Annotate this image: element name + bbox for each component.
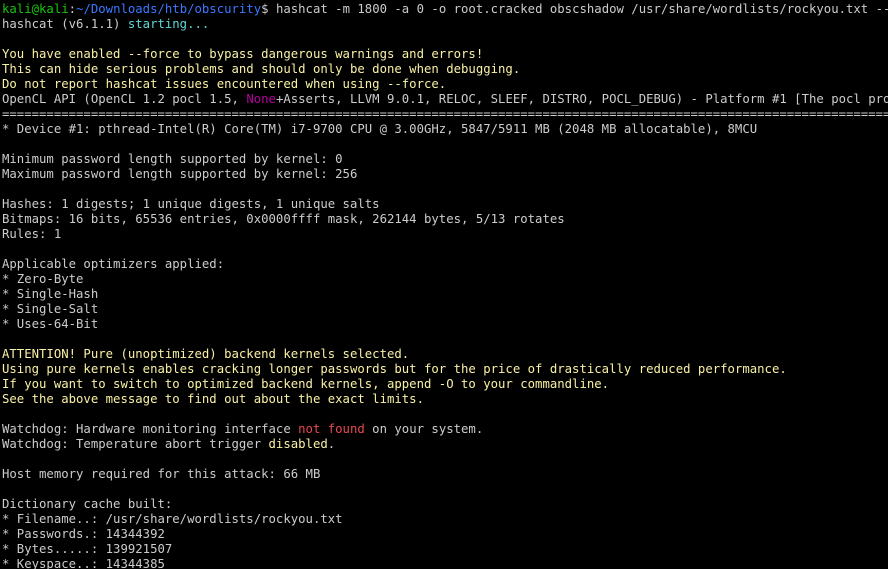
terminal-text-segment: Applicable optimizers applied: (2, 257, 225, 271)
terminal-line: * Keyspace..: 14344385 (2, 557, 888, 569)
terminal-line: Bitmaps: 16 bits, 65536 entries, 0x0000f… (2, 212, 888, 227)
terminal-text-segment: Rules: 1 (2, 227, 62, 241)
terminal-text-segment: Do not report hashcat issues encountered… (2, 77, 447, 91)
terminal-text-segment: * Single-Salt (2, 302, 99, 316)
terminal-text-segment: on your system. (364, 422, 484, 436)
terminal-line: See the above message to find out about … (2, 392, 888, 407)
terminal-line: Maximum password length supported by ker… (2, 167, 888, 182)
terminal-text-segment: You have enabled --force to bypass dange… (2, 47, 484, 61)
terminal-text-segment: OpenCL API (OpenCL 1.2 pocl 1.5, (2, 92, 247, 106)
terminal-line: Applicable optimizers applied: (2, 257, 888, 272)
terminal-window[interactable]: kali@kali:~/Downloads/htb/obscurity$ has… (0, 0, 888, 569)
terminal-line: Do not report hashcat issues encountered… (2, 77, 888, 92)
terminal-line: * Zero-Byte (2, 272, 888, 287)
terminal-line: * Filename..: /usr/share/wordlists/rocky… (2, 512, 888, 527)
terminal-line: Hashes: 1 digests; 1 unique digests, 1 u… (2, 197, 888, 212)
terminal-text-segment: Bitmaps: 16 bits, 65536 entries, 0x0000f… (2, 212, 565, 226)
terminal-text-segment: ~/Downloads/htb/obscurity (76, 2, 262, 16)
terminal-line: Dictionary cache built: (2, 497, 888, 512)
terminal-line: kali@kali:~/Downloads/htb/obscurity$ has… (2, 2, 888, 17)
terminal-line: * Uses-64-Bit (2, 317, 888, 332)
terminal-text-segment: Using pure kernels enables cracking long… (2, 362, 787, 376)
terminal-text-segment: Watchdog: Temperature abort trigger (2, 437, 269, 451)
terminal-line: hashcat (v6.1.1) starting... (2, 17, 888, 32)
terminal-line: ATTENTION! Pure (unoptimized) backend ke… (2, 347, 888, 362)
terminal-text-segment: hashcat (v6.1.1) (2, 17, 128, 31)
terminal-text-segment: Watchdog: Hardware monitoring interface (2, 422, 299, 436)
terminal-text-segment: Maximum password length supported by ker… (2, 167, 358, 181)
terminal-line: * Single-Salt (2, 302, 888, 317)
terminal-line: * Passwords.: 14344392 (2, 527, 888, 542)
terminal-text-segment: * Bytes.....: 139921507 (2, 542, 173, 556)
terminal-line: Using pure kernels enables cracking long… (2, 362, 888, 377)
terminal-text-segment: Host memory required for this attack: 66… (2, 467, 321, 481)
terminal-text-segment: ========================================… (2, 107, 888, 121)
terminal-text-segment: Minimum password length supported by ker… (2, 152, 343, 166)
terminal-text-segment: See the above message to find out about … (2, 392, 424, 406)
terminal-text-segment: If you want to switch to optimized backe… (2, 377, 610, 391)
terminal-line: You have enabled --force to bypass dange… (2, 47, 888, 62)
terminal-line: Minimum password length supported by ker… (2, 152, 888, 167)
terminal-line: Rules: 1 (2, 227, 888, 242)
terminal-text-segment: : (68, 2, 77, 16)
terminal-text-segment: kali@kali (2, 2, 69, 16)
terminal-line: * Single-Hash (2, 287, 888, 302)
terminal-text-segment: $ hashcat -m 1800 -a 0 -o root.cracked o… (261, 2, 888, 16)
terminal-text-segment: * Device #1: pthread-Intel(R) Core(TM) i… (2, 122, 758, 136)
terminal-text-segment: * Passwords.: 14344392 (2, 527, 165, 541)
terminal-text-segment: * Zero-Byte (2, 272, 84, 286)
terminal-line: This can hide serious problems and shoul… (2, 62, 888, 77)
terminal-text-segment: * Single-Hash (2, 287, 99, 301)
terminal-text-segment: This can hide serious problems and shoul… (2, 62, 521, 76)
terminal-text-segment: disabled (268, 437, 328, 451)
terminal-line: Watchdog: Hardware monitoring interface … (2, 422, 888, 437)
terminal-text-segment: +Asserts, LLVM 9.0.1, RELOC, SLEEF, DIST… (275, 92, 888, 106)
terminal-text-segment: starting... (127, 17, 210, 31)
terminal-line: * Device #1: pthread-Intel(R) Core(TM) i… (2, 122, 888, 137)
terminal-output: kali@kali:~/Downloads/htb/obscurity$ has… (2, 2, 888, 569)
terminal-text-segment: None (246, 92, 276, 106)
terminal-line: * Bytes.....: 139921507 (2, 542, 888, 557)
terminal-text-segment: * Uses-64-Bit (2, 317, 99, 331)
terminal-text-segment: not found (298, 422, 365, 436)
terminal-line: OpenCL API (OpenCL 1.2 pocl 1.5, None+As… (2, 92, 888, 107)
terminal-line: ========================================… (2, 107, 888, 122)
terminal-text-segment: * Filename..: /usr/share/wordlists/rocky… (2, 512, 343, 526)
terminal-line: Host memory required for this attack: 66… (2, 467, 888, 482)
terminal-line: Watchdog: Temperature abort trigger disa… (2, 437, 888, 452)
terminal-text-segment: * Keyspace..: 14344385 (2, 557, 165, 569)
terminal-text-segment: ATTENTION! Pure (unoptimized) backend ke… (2, 347, 410, 361)
terminal-text-segment: Hashes: 1 digests; 1 unique digests, 1 u… (2, 197, 380, 211)
terminal-text-segment: Dictionary cache built: (2, 497, 173, 511)
terminal-line: If you want to switch to optimized backe… (2, 377, 888, 392)
terminal-text-segment: . (327, 437, 336, 451)
